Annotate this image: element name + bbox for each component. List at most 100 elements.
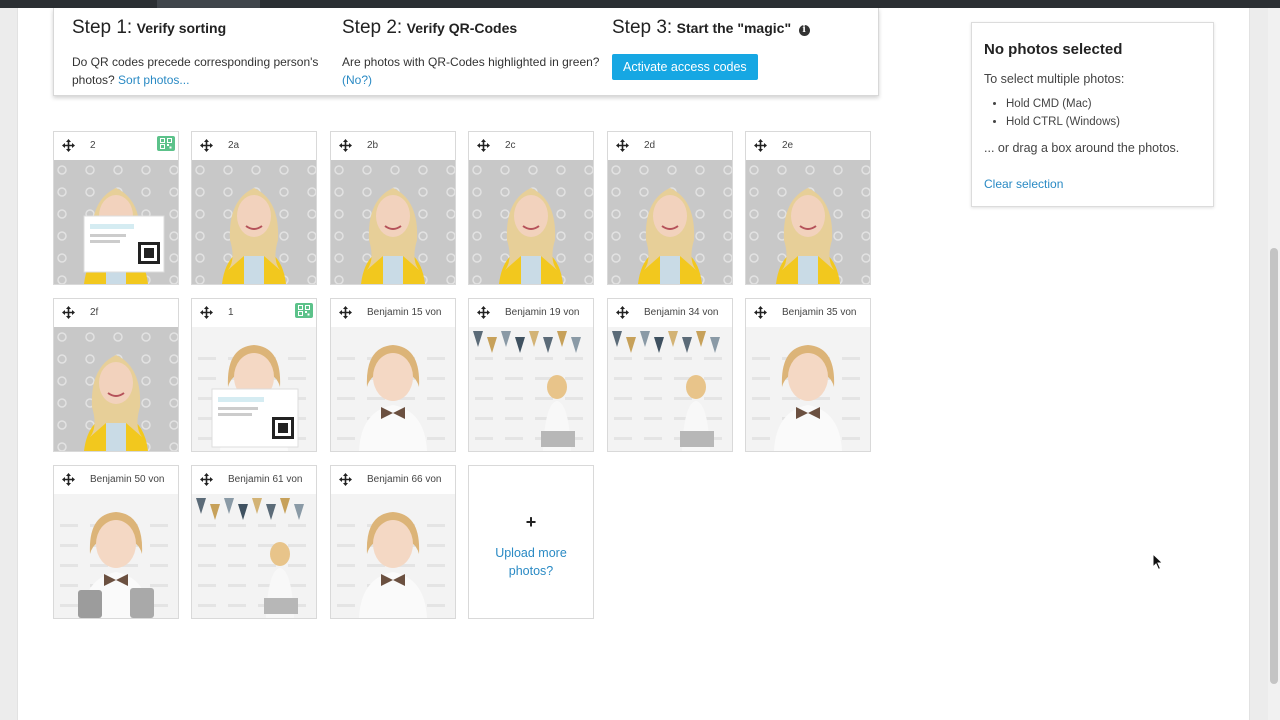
step-2-heading: Step 2: Verify QR-Codes [342,16,602,42]
move-icon[interactable] [200,306,213,319]
photo-card-header: 1 [192,299,316,327]
photo-thumbnail[interactable] [54,327,178,451]
photo-card[interactable]: Benjamin 66 von [330,465,456,619]
move-icon[interactable] [339,473,352,486]
photo-thumbnail[interactable] [331,160,455,284]
photo-card[interactable]: Benjamin 50 von [53,465,179,619]
scrollbar[interactable] [1268,8,1280,720]
photo-card[interactable]: Benjamin 35 von [745,298,871,452]
scrollbar-thumb[interactable] [1270,248,1278,684]
photo-card[interactable]: Benjamin 19 von [468,298,594,452]
move-icon[interactable] [754,139,767,152]
move-icon[interactable] [616,306,629,319]
move-icon[interactable] [200,139,213,152]
move-icon[interactable] [477,139,490,152]
photo-card[interactable]: Benjamin 34 von [607,298,733,452]
photo-card-header: 2a [192,132,316,160]
step-2-text: Are photos with QR-Codes highlighted in … [342,55,600,69]
photo-label: Benjamin 61 von [228,474,303,485]
step-3-heading: Step 3: Start the "magic" i [612,16,872,42]
photo-card[interactable]: 2 [53,131,179,285]
step-2-title: Verify QR-Codes [406,20,518,36]
photo-card[interactable]: 2d [607,131,733,285]
photo-thumbnail[interactable] [331,494,455,618]
photo-thumbnail[interactable] [192,327,316,451]
photo-card-header: 2d [608,132,732,160]
mouse-cursor-icon [1152,553,1164,571]
move-icon[interactable] [339,306,352,319]
qr-code-icon [157,136,175,151]
photo-thumbnail[interactable] [54,160,178,284]
photo-card[interactable]: 1 [191,298,317,452]
move-icon[interactable] [616,139,629,152]
selection-instructions: Hold CMD (Mac) Hold CTRL (Windows) [984,95,1201,131]
upload-more-photos-card[interactable]: + Upload more photos? [468,465,594,619]
photo-card-header: Benjamin 19 von [469,299,593,327]
step-3-number: Step 3: [612,17,673,38]
move-icon[interactable] [754,306,767,319]
info-icon[interactable]: i [798,25,810,36]
step-1-heading: Step 1: Verify sorting [72,16,322,42]
photo-label: 2b [367,140,379,151]
instruction-mac: Hold CMD (Mac) [1006,95,1201,113]
photo-thumbnail[interactable] [54,494,178,618]
photo-card[interactable]: Benjamin 15 von [330,298,456,452]
photo-card-header: Benjamin 34 von [608,299,732,327]
move-icon[interactable] [62,139,75,152]
photo-card[interactable]: 2c [468,131,594,285]
photo-card[interactable]: 2b [330,131,456,285]
clear-selection-link[interactable]: Clear selection [984,177,1063,191]
browser-top-bar [0,0,1280,8]
step-1: Step 1: Verify sorting Do QR codes prece… [72,16,322,89]
photo-label: 2a [228,140,240,151]
move-icon[interactable] [339,139,352,152]
photo-label: 2f [90,307,99,318]
step-3-title: Start the "magic" [676,20,792,36]
photo-card-header: Benjamin 50 von [54,466,178,494]
step-1-title: Verify sorting [136,20,227,36]
step-1-description: Do QR codes precede corresponding person… [72,53,322,89]
sort-photos-link[interactable]: Sort photos... [118,73,189,87]
active-tab-strip[interactable] [157,0,260,8]
move-icon[interactable] [200,473,213,486]
move-icon[interactable] [62,306,75,319]
photo-thumbnail[interactable] [331,327,455,451]
selection-title: No photos selected [984,41,1123,58]
move-icon[interactable] [477,306,490,319]
upload-more-photos-link[interactable]: Upload more photos? [487,544,575,580]
photo-card[interactable]: 2e [745,131,871,285]
step-2: Step 2: Verify QR-Codes Are photos with … [342,16,602,89]
activate-access-codes-button[interactable]: Activate access codes [612,54,758,80]
photo-thumbnail[interactable] [469,327,593,451]
photo-card[interactable]: 2f [53,298,179,452]
photo-thumbnail[interactable] [608,160,732,284]
step-1-number: Step 1: [72,17,133,38]
photo-card-header: 2 [54,132,178,160]
photo-label: Benjamin 66 von [367,474,442,485]
photo-card-header: Benjamin 15 von [331,299,455,327]
steps-panel: Step 1: Verify sorting Do QR codes prece… [53,8,879,96]
photo-label: 2e [782,140,794,151]
photo-label: 2c [505,140,516,151]
photo-card-header: Benjamin 61 von [192,466,316,494]
instruction-windows: Hold CTRL (Windows) [1006,113,1201,131]
no-qr-link[interactable]: (No?) [342,73,372,87]
photo-thumbnail[interactable] [746,160,870,284]
drag-instruction: ... or drag a box around the photos. [984,141,1180,155]
photo-thumbnail[interactable] [469,160,593,284]
photo-label: Benjamin 50 von [90,474,165,485]
photo-thumbnail[interactable] [608,327,732,451]
photo-thumbnail[interactable] [192,160,316,284]
photo-label: 2 [90,140,96,151]
selection-intro: To select multiple photos: [984,72,1125,86]
step-2-description: Are photos with QR-Codes highlighted in … [342,53,602,89]
photo-label: 2d [644,140,656,151]
photo-label: Benjamin 15 von [367,307,442,318]
photo-card[interactable]: Benjamin 61 von [191,465,317,619]
photo-card[interactable]: 2a [191,131,317,285]
photo-thumbnail[interactable] [746,327,870,451]
step-2-number: Step 2: [342,17,403,38]
photo-thumbnail[interactable] [192,494,316,618]
move-icon[interactable] [62,473,75,486]
photo-label: Benjamin 34 von [644,307,719,318]
